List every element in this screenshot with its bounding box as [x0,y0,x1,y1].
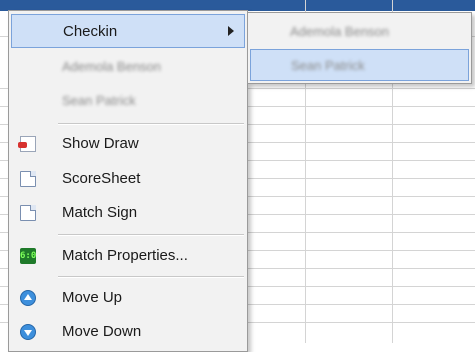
arrow-down-circle-icon [20,324,36,340]
menu-item-player-label: Sean Patrick [62,93,136,108]
menu-item-match-sign[interactable]: Match Sign [11,196,245,230]
menu-item-checkin[interactable]: Checkin [11,14,245,48]
document-icon [20,171,36,187]
menu-item-player[interactable]: Sean Patrick [11,85,245,119]
menu-item-move-up[interactable]: Move Up [11,281,245,315]
submenu-item-player-label: Ademola Benson [290,24,390,39]
menu-item-checkin-label: Checkin [63,23,118,40]
menu-item-player-label: Ademola Benson [62,59,162,74]
menu-separator [58,276,244,278]
context-menu: Checkin Ademola Benson Sean Patrick Show… [8,10,248,352]
menu-item-scoresheet-label: ScoreSheet [62,170,141,187]
checkin-submenu: Ademola Benson Sean Patrick [247,12,472,84]
menu-item-player[interactable]: Ademola Benson [11,51,245,85]
submenu-item-player[interactable]: Ademola Benson [250,16,469,48]
menu-item-move-up-label: Move Up [62,289,123,306]
menu-item-show-draw-label: Show Draw [62,135,139,152]
menu-item-move-down-label: Move Down [62,323,142,340]
draw-icon [18,136,36,152]
scoreboard-icon: 6:0 [20,248,36,264]
submenu-arrow-icon [228,26,234,36]
menu-item-match-sign-label: Match Sign [62,204,138,221]
menu-separator [58,123,244,125]
submenu-item-player[interactable]: Sean Patrick [250,49,469,81]
menu-item-show-draw[interactable]: Show Draw [11,127,245,161]
menu-item-move-down[interactable]: Move Down [11,315,245,349]
arrow-up-circle-icon [20,290,36,306]
menu-separator [58,234,244,236]
menu-item-scoresheet[interactable]: ScoreSheet [11,162,245,196]
submenu-item-player-label: Sean Patrick [291,58,365,73]
document-icon [20,205,36,221]
menu-item-match-properties[interactable]: 6:0 Match Properties... [11,239,245,273]
menu-item-match-properties-label: Match Properties... [62,247,188,264]
